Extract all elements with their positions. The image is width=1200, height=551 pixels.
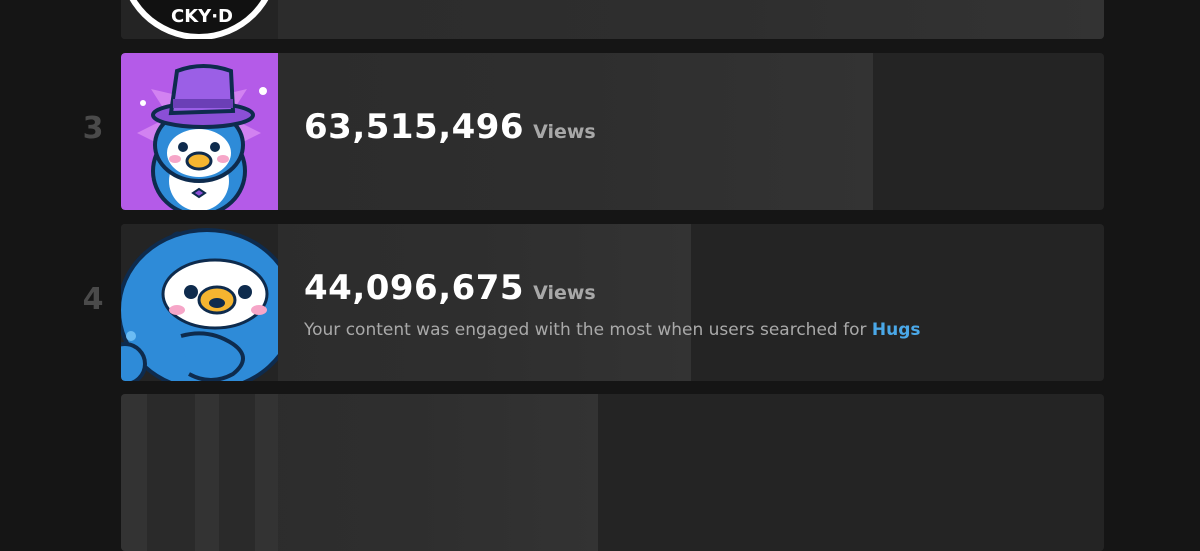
views-count: 63,515,496 — [304, 107, 525, 147]
views-stat: 44,096,675 Views — [304, 268, 596, 308]
leaderboard-row-4[interactable]: 44,096,675 Views Your content was engage… — [121, 224, 1104, 381]
views-label: Views — [533, 282, 596, 304]
views-count: 44,096,675 — [304, 268, 525, 308]
search-term-link[interactable]: Hugs — [872, 320, 921, 340]
engagement-note: Your content was engaged with the most w… — [304, 320, 921, 340]
leaderboard-row-1: CKY·D — [121, 0, 1104, 39]
sticker-badge-icon: CKY·D — [121, 0, 278, 39]
rank-number: 3 — [82, 111, 104, 146]
penguin-top-hat-icon — [121, 53, 278, 210]
penguin-partial-icon — [121, 394, 278, 551]
badge-text: CKY·D — [171, 6, 233, 27]
engagement-text: Your content was engaged with the most w… — [304, 320, 872, 340]
rank-number: 4 — [82, 282, 104, 317]
leaderboard-row-5[interactable] — [121, 394, 1104, 551]
penguin-blue-icon — [121, 224, 278, 381]
leaderboard-row-3[interactable]: 63,515,496 Views — [121, 53, 1104, 210]
views-label: Views — [533, 121, 596, 143]
views-stat: 63,515,496 Views — [304, 107, 596, 147]
